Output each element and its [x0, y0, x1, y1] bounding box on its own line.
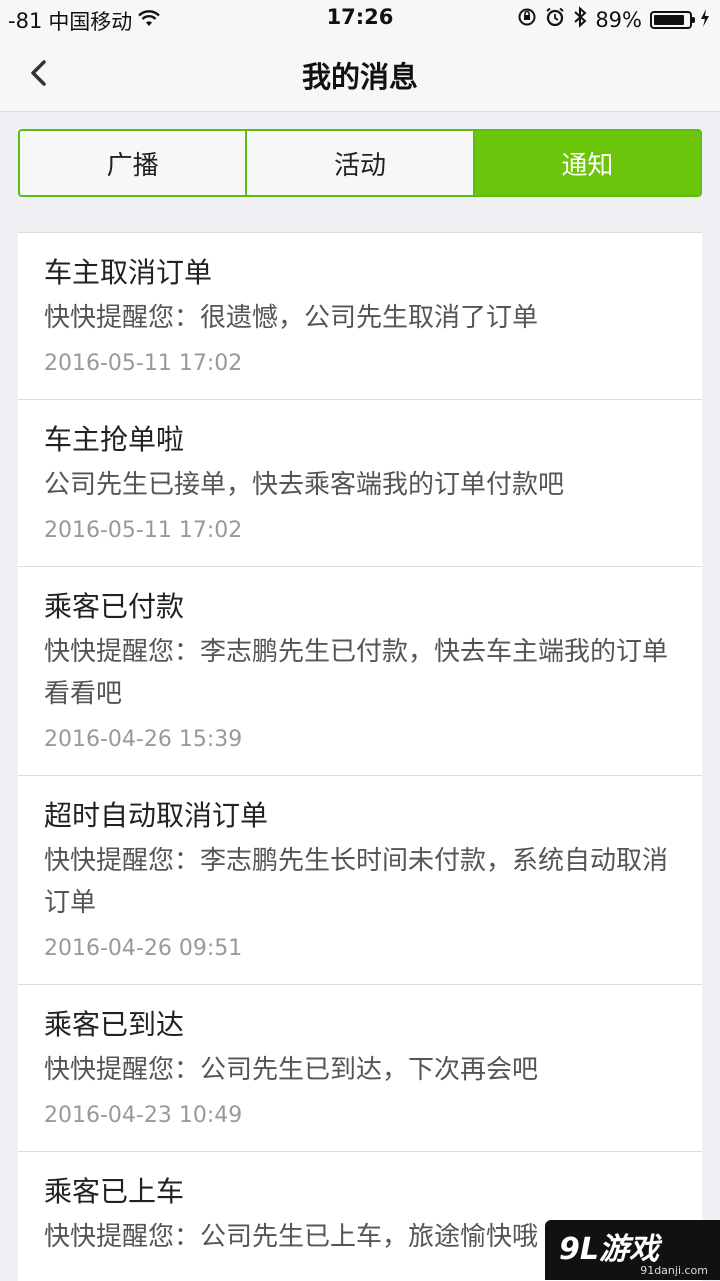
- message-time: 2016-04-26 09:51: [44, 936, 243, 961]
- message-body: 公司先生已接单，快去乘客端我的订单付款吧: [44, 470, 565, 500]
- status-bar: -81 中国移动 17:26 89%: [0, 0, 720, 36]
- tab-label: 广播: [106, 150, 159, 181]
- tab-activity[interactable]: 活动: [247, 131, 475, 195]
- message-title: 乘客已付款: [44, 590, 185, 623]
- message-time: 2016-05-11 17:02: [44, 351, 243, 376]
- battery-percent: 89%: [595, 7, 642, 32]
- tab-notification[interactable]: 通知: [474, 131, 700, 195]
- message-body: 快快提醒您：很遗憾，公司先生取消了订单: [44, 303, 539, 333]
- battery-icon: [650, 10, 695, 29]
- message-body: 快快提醒您：李志鹏先生长时间未付款，系统自动取消订单: [44, 846, 669, 918]
- list-item[interactable]: 乘客已付款 快快提醒您：李志鹏先生已付款，快去车主端我的订单看看吧 2016-0…: [18, 567, 702, 776]
- alarm-icon: [545, 7, 565, 32]
- tab-label: 活动: [333, 150, 386, 181]
- tab-broadcast[interactable]: 广播: [20, 131, 248, 195]
- message-time: 2016-05-11 17:02: [44, 518, 243, 543]
- rotation-lock-icon: [517, 7, 537, 32]
- tab-label: 通知: [561, 150, 614, 181]
- message-body: 快快提醒您：公司先生已到达，下次再会吧: [44, 1055, 539, 1085]
- list-item[interactable]: 车主抢单啦 公司先生已接单，快去乘客端我的订单付款吧 2016-05-11 17…: [18, 400, 702, 567]
- watermark-site: 91danji.com: [640, 1264, 708, 1277]
- message-title: 车主取消订单: [44, 256, 213, 289]
- status-right: 89%: [517, 6, 710, 33]
- message-title: 超时自动取消订单: [44, 799, 269, 832]
- list-item[interactable]: 车主取消订单 快快提醒您：很遗憾，公司先生取消了订单 2016-05-11 17…: [18, 233, 702, 400]
- message-time: 2016-04-23 10:49: [44, 1103, 243, 1128]
- message-time: 2016-04-26 15:39: [44, 727, 243, 752]
- list-item[interactable]: 乘客已到达 快快提醒您：公司先生已到达，下次再会吧 2016-04-23 10:…: [18, 985, 702, 1152]
- message-title: 乘客已到达: [44, 1008, 185, 1041]
- message-title: 车主抢单啦: [44, 423, 185, 456]
- watermark-logo: 9L游戏: [559, 1232, 659, 1267]
- navigation-bar: 我的消息: [0, 36, 720, 112]
- list-item[interactable]: 超时自动取消订单 快快提醒您：李志鹏先生长时间未付款，系统自动取消订单 2016…: [18, 776, 702, 985]
- message-list: 车主取消订单 快快提醒您：很遗憾，公司先生取消了订单 2016-05-11 17…: [18, 232, 702, 1281]
- message-category-tabs: 广播 活动 通知: [18, 129, 702, 197]
- page-title: 我的消息: [301, 60, 418, 94]
- message-body: 快快提醒您：李志鹏先生已付款，快去车主端我的订单看看吧: [44, 637, 669, 709]
- bluetooth-icon: [573, 6, 587, 33]
- message-title: 乘客已上车: [44, 1175, 185, 1208]
- site-watermark: 9L游戏 91danji.com: [545, 1220, 720, 1280]
- charging-icon: [700, 8, 710, 32]
